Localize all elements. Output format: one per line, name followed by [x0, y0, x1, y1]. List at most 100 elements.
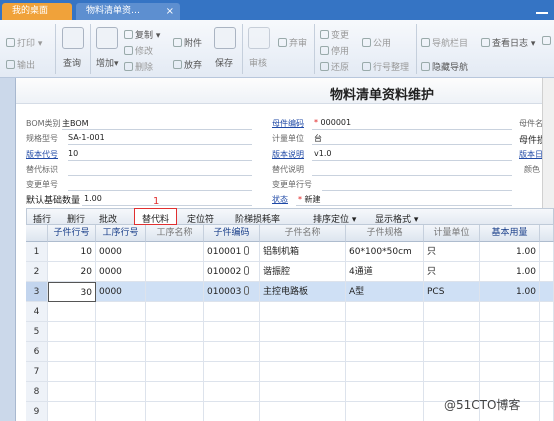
- empty-cell[interactable]: [260, 402, 346, 421]
- unit-cell[interactable]: PCS: [424, 282, 480, 302]
- empty-cell[interactable]: [204, 382, 260, 402]
- base-qty-cell[interactable]: 1.00: [480, 282, 540, 302]
- print-button[interactable]: 打印 ▾: [6, 36, 42, 49]
- paperclip-icon[interactable]: [244, 246, 250, 255]
- empty-cell[interactable]: [204, 322, 260, 342]
- empty-cell[interactable]: [540, 302, 554, 322]
- tab-bom-maintenance[interactable]: 物料清单资… ×: [76, 3, 180, 20]
- version-desc-field[interactable]: v1.0: [314, 149, 331, 158]
- empty-cell[interactable]: [480, 342, 540, 362]
- unit-cell[interactable]: 只: [424, 242, 480, 262]
- add-button[interactable]: 增加▾: [96, 56, 119, 69]
- overflow-cell[interactable]: [540, 262, 554, 282]
- empty-cell[interactable]: [346, 342, 424, 362]
- save-button[interactable]: 保存: [215, 56, 233, 69]
- empty-cell[interactable]: [424, 322, 480, 342]
- empty-cell[interactable]: [48, 402, 96, 421]
- base-qty-cell[interactable]: 1.00: [480, 242, 540, 262]
- process-no-cell[interactable]: 0000: [96, 262, 146, 282]
- empty-cell[interactable]: [540, 322, 554, 342]
- empty-cell[interactable]: [540, 382, 554, 402]
- empty-cell[interactable]: [346, 382, 424, 402]
- unaudit-button[interactable]: 弃审: [278, 36, 307, 49]
- insert-row-button[interactable]: 插行: [33, 212, 51, 225]
- row-organize-button[interactable]: 行号整理: [362, 60, 409, 73]
- process-no-cell[interactable]: 0000: [96, 242, 146, 262]
- tab-my-desktop[interactable]: 我的桌面: [2, 3, 72, 20]
- column-header[interactable]: 工序名称: [146, 225, 204, 242]
- empty-cell[interactable]: [204, 362, 260, 382]
- view-log-button[interactable]: 查看日志 ▾: [481, 36, 535, 49]
- empty-cell[interactable]: [346, 302, 424, 322]
- base-qty-cell[interactable]: 1.00: [480, 262, 540, 282]
- empty-cell[interactable]: [96, 342, 146, 362]
- column-header[interactable]: 子件行号: [48, 225, 96, 242]
- delete-row-button[interactable]: 删行: [67, 212, 85, 225]
- process-name-cell[interactable]: [146, 262, 204, 282]
- batch-edit-button[interactable]: 批改: [99, 212, 117, 225]
- column-header[interactable]: 工序行号: [96, 225, 146, 242]
- step-loss-button[interactable]: 阶梯损耗率: [235, 212, 280, 225]
- modify-button[interactable]: 修改: [124, 44, 153, 57]
- empty-cell[interactable]: [96, 382, 146, 402]
- display-format-button[interactable]: 显示格式 ▾: [375, 212, 418, 225]
- empty-cell[interactable]: [146, 322, 204, 342]
- empty-cell[interactable]: [480, 322, 540, 342]
- part-code-cell[interactable]: 010003: [204, 282, 260, 302]
- part-name-cell[interactable]: 主控电路板: [260, 282, 346, 302]
- empty-cell[interactable]: [48, 322, 96, 342]
- paperclip-icon[interactable]: [244, 286, 250, 295]
- column-header[interactable]: 计量单位: [424, 225, 480, 242]
- empty-cell[interactable]: [346, 362, 424, 382]
- empty-cell[interactable]: [346, 402, 424, 421]
- version-code-field[interactable]: 10: [68, 149, 78, 158]
- paperclip-icon[interactable]: [244, 266, 250, 275]
- export-button[interactable]: 输出: [6, 58, 35, 71]
- part-code-cell[interactable]: 010002: [204, 262, 260, 282]
- process-name-cell[interactable]: [146, 282, 204, 302]
- empty-cell[interactable]: [260, 302, 346, 322]
- empty-cell[interactable]: [48, 362, 96, 382]
- public-button[interactable]: 公用: [362, 36, 391, 49]
- delete-button[interactable]: 删除: [124, 60, 153, 73]
- locator-button[interactable]: 定位符: [187, 212, 214, 225]
- empty-cell[interactable]: [96, 322, 146, 342]
- overflow-icon[interactable]: [542, 36, 553, 47]
- overflow-cell[interactable]: [540, 282, 554, 302]
- empty-cell[interactable]: [204, 402, 260, 421]
- disable-button[interactable]: 停用: [320, 44, 349, 57]
- hide-nav-button[interactable]: 隐藏导航: [421, 60, 468, 73]
- empty-cell[interactable]: [96, 302, 146, 322]
- empty-cell[interactable]: [48, 342, 96, 362]
- empty-cell[interactable]: [48, 382, 96, 402]
- part-code-cell[interactable]: 010001: [204, 242, 260, 262]
- empty-cell[interactable]: [480, 362, 540, 382]
- empty-cell[interactable]: [260, 342, 346, 362]
- unit-field[interactable]: 台: [314, 133, 322, 144]
- empty-cell[interactable]: [96, 402, 146, 421]
- bom-type-field[interactable]: 主BOM: [62, 118, 89, 129]
- overflow-cell[interactable]: [540, 242, 554, 262]
- restore-button[interactable]: 还原: [320, 60, 349, 73]
- empty-cell[interactable]: [424, 302, 480, 322]
- empty-cell[interactable]: [540, 402, 554, 421]
- empty-cell[interactable]: [146, 382, 204, 402]
- empty-cell[interactable]: [204, 342, 260, 362]
- line-no-cell[interactable]: 20: [48, 262, 96, 282]
- change-button[interactable]: 变更: [320, 28, 349, 41]
- line-no-cell[interactable]: 10: [48, 242, 96, 262]
- part-name-cell[interactable]: 铝制机箱: [260, 242, 346, 262]
- line-no-cell[interactable]: 30: [48, 282, 96, 302]
- empty-cell[interactable]: [480, 302, 540, 322]
- column-header[interactable]: 子件规格: [346, 225, 424, 242]
- parent-code-field[interactable]: * 000001: [314, 118, 351, 127]
- column-header[interactable]: 子件名称: [260, 225, 346, 242]
- empty-cell[interactable]: [260, 382, 346, 402]
- sort-locate-button[interactable]: 排序定位 ▾: [313, 212, 356, 225]
- empty-cell[interactable]: [260, 322, 346, 342]
- column-header[interactable]: 基本用量: [480, 225, 540, 242]
- column-header[interactable]: 子件编码: [204, 225, 260, 242]
- empty-cell[interactable]: [204, 302, 260, 322]
- empty-cell[interactable]: [146, 302, 204, 322]
- audit-button[interactable]: 审核: [249, 56, 267, 69]
